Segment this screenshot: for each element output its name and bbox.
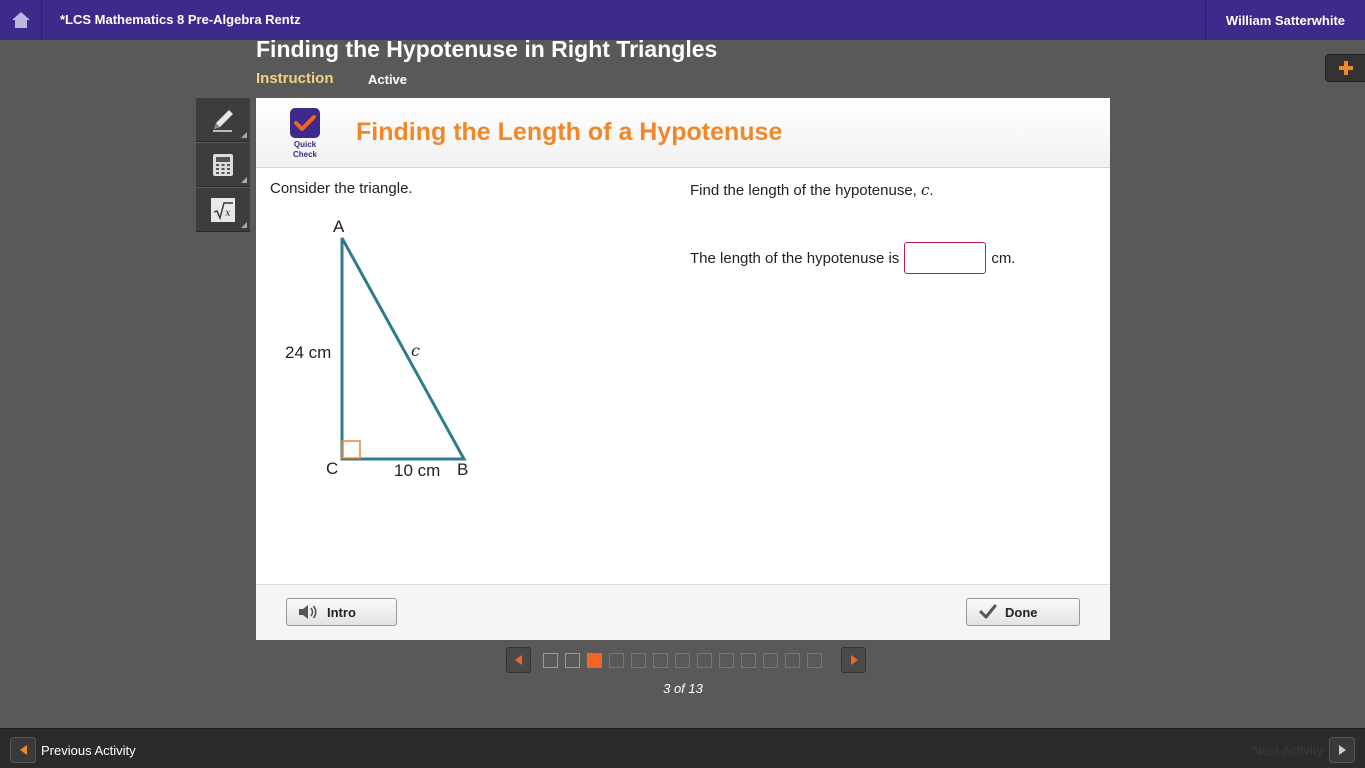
- arrow-right-icon: [1338, 745, 1346, 755]
- answer-line: The length of the hypotenuse is cm.: [690, 242, 1015, 274]
- previous-activity-button[interactable]: Previous Activity: [10, 737, 136, 763]
- vertex-a-label: A: [333, 217, 345, 236]
- tool-corner: [241, 132, 247, 138]
- checkmark-icon: [294, 115, 316, 131]
- plus-icon: [1339, 61, 1353, 75]
- right-angle-marker: [341, 440, 361, 459]
- vertex-c-label: C: [326, 459, 338, 478]
- check-icon: [979, 604, 997, 619]
- done-button-label: Done: [1005, 604, 1038, 620]
- page-dot[interactable]: [697, 652, 712, 668]
- page-navigator: [506, 647, 866, 673]
- home-icon: [11, 12, 30, 28]
- left-prompt: Consider the triangle.: [270, 180, 413, 197]
- svg-text:x: x: [225, 208, 231, 219]
- next-activity-button[interactable]: Next Activity: [1252, 737, 1355, 763]
- quick-check-label-2: Check: [292, 150, 317, 159]
- page-dot[interactable]: [763, 652, 778, 668]
- tools-panel: x: [196, 98, 250, 233]
- bottom-bar: Previous Activity Next Activity: [0, 728, 1365, 768]
- page-dots: [543, 652, 829, 668]
- arrow-right-icon: [850, 655, 858, 665]
- arrow-left-icon: [514, 655, 522, 665]
- intro-button-label: Intro: [327, 604, 356, 620]
- tool-corner: [241, 222, 247, 228]
- card-title: Finding the Length of a Hypotenuse: [356, 118, 783, 146]
- top-bar: *LCS Mathematics 8 Pre-Algebra Rentz Wil…: [0, 0, 1365, 40]
- course-title: *LCS Mathematics 8 Pre-Algebra Rentz: [60, 12, 301, 27]
- page-dot[interactable]: [587, 652, 602, 668]
- right-prompt: Find the length of the hypotenuse, c.: [690, 181, 934, 199]
- page-dot[interactable]: [785, 652, 800, 668]
- next-activity-label: Next Activity: [1252, 742, 1323, 758]
- pencil-icon: [213, 109, 233, 132]
- intro-button[interactable]: Intro: [286, 598, 397, 626]
- side-ac-label: 24 cm: [285, 343, 331, 362]
- previous-activity-label: Previous Activity: [41, 742, 136, 758]
- page-dot[interactable]: [675, 652, 690, 668]
- right-prompt-text: Find the length of the hypotenuse,: [690, 182, 917, 199]
- page-dot[interactable]: [653, 652, 668, 668]
- mode-label: Instruction: [256, 70, 334, 87]
- card-footer: Intro Done: [256, 584, 1110, 640]
- triangle-shape: [340, 237, 467, 461]
- next-page-button[interactable]: [841, 647, 866, 673]
- side-cb-label: 10 cm: [394, 461, 440, 480]
- side-ab-label: c: [411, 341, 420, 360]
- page-dot[interactable]: [565, 652, 580, 668]
- home-button[interactable]: [0, 0, 42, 40]
- page-dot[interactable]: [719, 652, 734, 668]
- answer-suffix: cm.: [991, 249, 1016, 267]
- page-count: 3 of 13: [663, 681, 703, 696]
- card-header: Quick Check Finding the Length of a Hypo…: [256, 98, 1110, 168]
- vertex-b-label: B: [457, 460, 468, 479]
- speaker-icon: [299, 605, 317, 619]
- quick-check-label-1: Quick: [293, 140, 317, 149]
- calculator-icon: [213, 153, 233, 176]
- answer-prefix: The length of the hypotenuse is: [690, 249, 900, 267]
- tool-corner: [241, 177, 247, 183]
- done-button[interactable]: Done: [966, 598, 1080, 626]
- quick-check-badge: [290, 108, 320, 138]
- next-activity-arrow: [1329, 737, 1355, 763]
- calculator-tool-button[interactable]: [196, 143, 250, 187]
- page-dot[interactable]: [631, 652, 646, 668]
- quick-check-logo: Quick Check: [288, 108, 322, 160]
- activity-card: Quick Check Finding the Length of a Hypo…: [256, 98, 1110, 640]
- page-dot[interactable]: [543, 652, 558, 668]
- page-dot[interactable]: [807, 652, 822, 668]
- previous-activity-arrow: [10, 737, 36, 763]
- right-prompt-period: .: [929, 182, 934, 199]
- user-name[interactable]: William Satterwhite: [1205, 0, 1365, 40]
- page-dot[interactable]: [741, 652, 756, 668]
- arrow-left-icon: [19, 745, 27, 755]
- square-root-icon: x: [211, 197, 235, 222]
- formula-tool-button[interactable]: x: [196, 188, 250, 232]
- expand-button[interactable]: [1325, 54, 1365, 82]
- page-dot[interactable]: [609, 652, 624, 668]
- hypotenuse-answer-input[interactable]: [904, 242, 987, 274]
- lesson-title: Finding the Hypotenuse in Right Triangle…: [256, 36, 718, 62]
- triangle-figure: A C B 24 cm 10 cm c: [285, 217, 468, 480]
- previous-page-button[interactable]: [506, 647, 531, 673]
- status-label: Active: [368, 72, 408, 87]
- pencil-tool-button[interactable]: [196, 98, 250, 142]
